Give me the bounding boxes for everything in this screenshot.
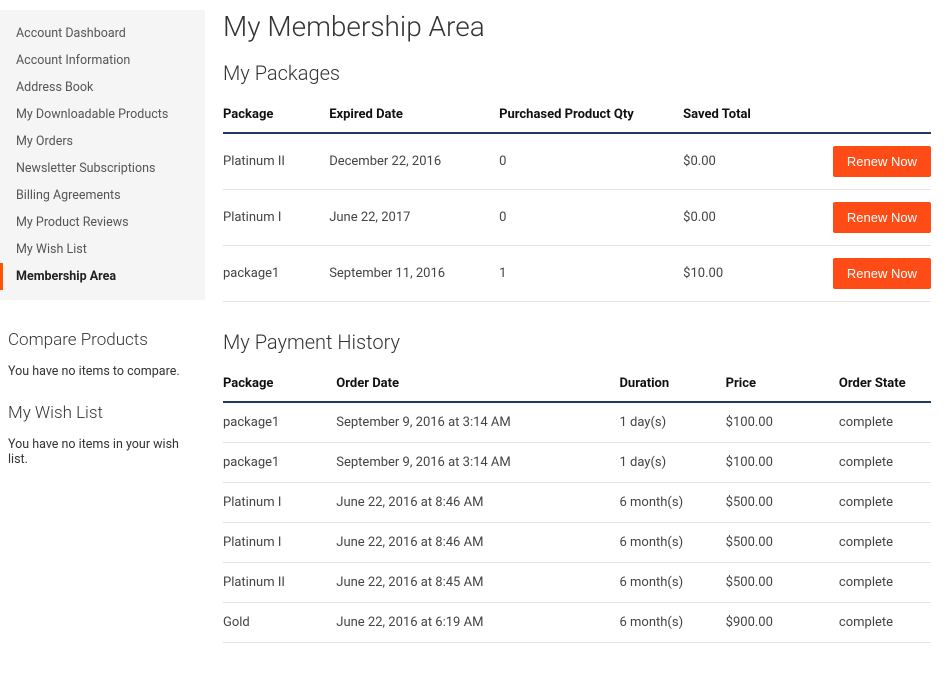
history-package: Platinum I <box>223 523 336 563</box>
history-th-date: Order Date <box>336 366 619 402</box>
history-date: June 22, 2016 at 8:46 AM <box>336 483 619 523</box>
history-price: $500.00 <box>726 523 839 563</box>
nav-item-account-dashboard[interactable]: Account Dashboard <box>0 20 205 47</box>
renew-button[interactable]: Renew Now <box>833 202 931 233</box>
packages-table: Package Expired Date Purchased Product Q… <box>223 97 931 302</box>
renew-button[interactable]: Renew Now <box>833 258 931 289</box>
history-duration: 6 month(s) <box>619 563 725 603</box>
packages-row: Platinum II December 22, 2016 0 $0.00 Re… <box>223 133 931 190</box>
wishlist-block: My Wish List You have no items in your w… <box>0 403 205 491</box>
history-state: complete <box>839 483 931 523</box>
history-price: $900.00 <box>726 603 839 643</box>
history-date: June 22, 2016 at 8:46 AM <box>336 523 619 563</box>
history-row: package1 September 9, 2016 at 3:14 AM 1 … <box>223 402 931 443</box>
nav-item-billing-agreements[interactable]: Billing Agreements <box>0 182 205 209</box>
history-row: Gold June 22, 2016 at 6:19 AM 6 month(s)… <box>223 603 931 643</box>
history-package: package1 <box>223 443 336 483</box>
package-qty: 1 <box>499 246 683 302</box>
package-expired: December 22, 2016 <box>329 133 499 190</box>
nav-item-wish-list[interactable]: My Wish List <box>0 236 205 263</box>
history-heading: My Payment History <box>223 330 931 354</box>
nav-item-newsletter-subscriptions[interactable]: Newsletter Subscriptions <box>0 155 205 182</box>
packages-row: package1 September 11, 2016 1 $10.00 Ren… <box>223 246 931 302</box>
packages-th-saved: Saved Total <box>683 97 818 133</box>
package-link[interactable]: Platinum I <box>223 190 329 246</box>
packages-th-package: Package <box>223 97 329 133</box>
history-th-duration: Duration <box>619 366 725 402</box>
history-package: Platinum II <box>223 563 336 603</box>
package-qty: 0 <box>499 190 683 246</box>
nav-item-address-book[interactable]: Address Book <box>0 74 205 101</box>
history-state: complete <box>839 402 931 443</box>
account-nav: Account Dashboard Account Information Ad… <box>0 10 205 300</box>
sidebar: Account Dashboard Account Information Ad… <box>0 0 205 691</box>
nav-item-downloadable-products[interactable]: My Downloadable Products <box>0 101 205 128</box>
history-state: complete <box>839 603 931 643</box>
history-state: complete <box>839 563 931 603</box>
history-state: complete <box>839 523 931 563</box>
history-th-state: Order State <box>839 366 931 402</box>
history-duration: 6 month(s) <box>619 483 725 523</box>
history-row: Platinum II June 22, 2016 at 8:45 AM 6 m… <box>223 563 931 603</box>
package-saved: $10.00 <box>683 246 818 302</box>
package-expired: September 11, 2016 <box>329 246 499 302</box>
main-content: My Membership Area My Packages Package E… <box>205 0 949 691</box>
package-saved: $0.00 <box>683 190 818 246</box>
renew-button[interactable]: Renew Now <box>833 146 931 177</box>
nav-item-my-orders[interactable]: My Orders <box>0 128 205 155</box>
history-date: September 9, 2016 at 3:14 AM <box>336 402 619 443</box>
history-duration: 1 day(s) <box>619 443 725 483</box>
nav-item-product-reviews[interactable]: My Product Reviews <box>0 209 205 236</box>
page-title: My Membership Area <box>223 10 931 43</box>
compare-products-block: Compare Products You have no items to co… <box>0 330 205 403</box>
package-link[interactable]: Platinum II <box>223 133 329 190</box>
history-th-package: Package <box>223 366 336 402</box>
nav-item-account-information[interactable]: Account Information <box>0 47 205 74</box>
compare-heading: Compare Products <box>8 330 197 350</box>
history-duration: 6 month(s) <box>619 523 725 563</box>
history-price: $500.00 <box>726 563 839 603</box>
history-state: complete <box>839 443 931 483</box>
history-row: Platinum I June 22, 2016 at 8:46 AM 6 mo… <box>223 483 931 523</box>
packages-heading: My Packages <box>223 61 931 85</box>
history-date: September 9, 2016 at 3:14 AM <box>336 443 619 483</box>
package-expired: June 22, 2017 <box>329 190 499 246</box>
history-price: $100.00 <box>726 443 839 483</box>
history-package: Platinum I <box>223 483 336 523</box>
packages-row: Platinum I June 22, 2017 0 $0.00 Renew N… <box>223 190 931 246</box>
wishlist-heading: My Wish List <box>8 403 197 423</box>
package-qty: 0 <box>499 133 683 190</box>
history-th-price: Price <box>726 366 839 402</box>
history-date: June 22, 2016 at 6:19 AM <box>336 603 619 643</box>
nav-item-membership-area[interactable]: Membership Area <box>0 263 205 290</box>
history-row: Platinum I June 22, 2016 at 8:46 AM 6 mo… <box>223 523 931 563</box>
history-duration: 6 month(s) <box>619 603 725 643</box>
history-price: $500.00 <box>726 483 839 523</box>
packages-th-qty: Purchased Product Qty <box>499 97 683 133</box>
package-saved: $0.00 <box>683 133 818 190</box>
history-table: Package Order Date Duration Price Order … <box>223 366 931 643</box>
compare-empty-text: You have no items to compare. <box>8 364 197 379</box>
history-row: package1 September 9, 2016 at 3:14 AM 1 … <box>223 443 931 483</box>
wishlist-empty-text: You have no items in your wish list. <box>8 437 197 467</box>
history-duration: 1 day(s) <box>619 402 725 443</box>
history-date: June 22, 2016 at 8:45 AM <box>336 563 619 603</box>
history-price: $100.00 <box>726 402 839 443</box>
history-package: package1 <box>223 402 336 443</box>
history-package: Gold <box>223 603 336 643</box>
packages-th-expired: Expired Date <box>329 97 499 133</box>
packages-th-action <box>818 97 931 133</box>
package-link[interactable]: package1 <box>223 246 329 302</box>
